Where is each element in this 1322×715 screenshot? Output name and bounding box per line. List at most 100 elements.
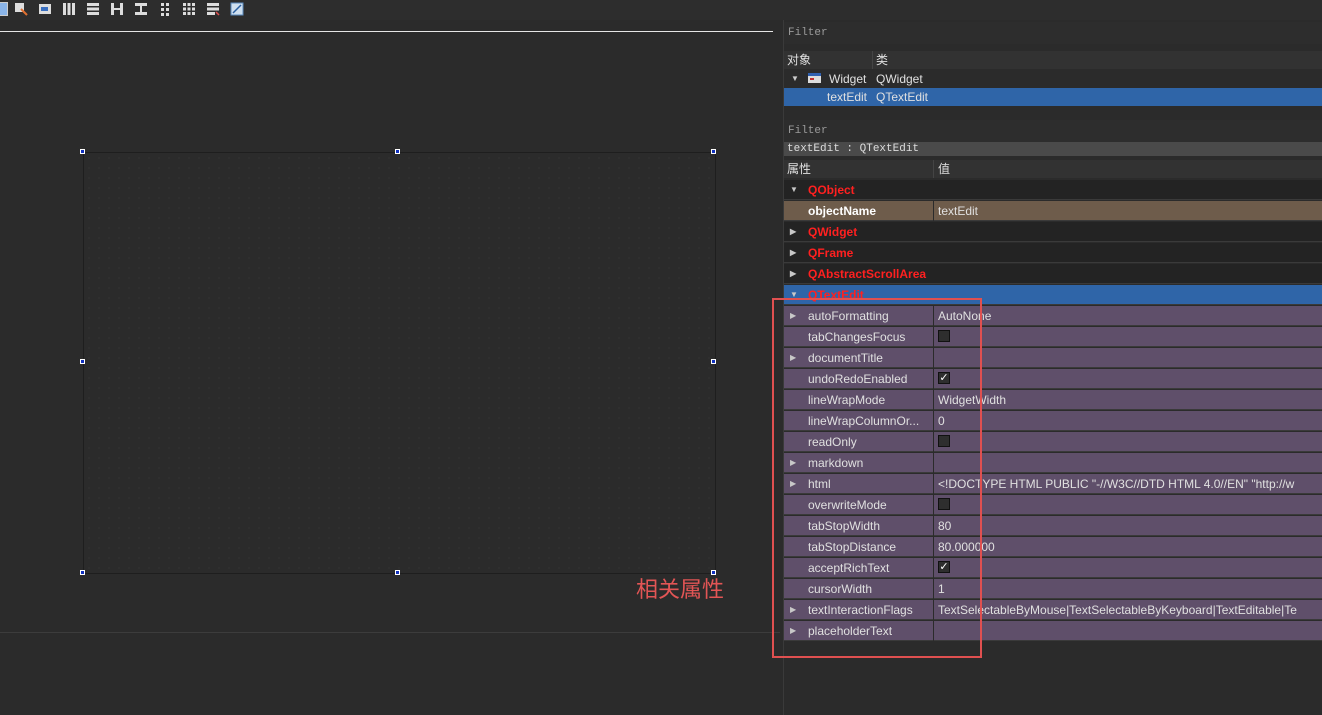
property-name: lineWrapColumnOr... (808, 414, 920, 428)
property-row[interactable]: overwriteMode (784, 495, 1322, 515)
layout-h-splitter-icon[interactable] (110, 2, 124, 16)
property-checkbox[interactable] (938, 498, 950, 510)
category-qframe[interactable]: ▶ QFrame (784, 243, 1322, 263)
property-name: cursorWidth (808, 582, 873, 596)
property-row[interactable]: tabStopDistance 80.000000 (784, 537, 1322, 557)
category-qobject[interactable]: ▼ QObject (784, 180, 1322, 200)
property-value[interactable]: TextSelectableByMouse|TextSelectableByKe… (938, 600, 1321, 620)
category-qwidget[interactable]: ▶ QWidget (784, 222, 1322, 242)
resize-handle-tr[interactable] (711, 149, 716, 154)
category-label: QFrame (808, 246, 854, 260)
expand-arrow-icon[interactable]: ▶ (790, 348, 796, 368)
property-name: textInteractionFlags (808, 603, 913, 617)
layout-v-splitter-icon[interactable] (134, 2, 148, 16)
collapse-arrow-icon[interactable]: ▼ (790, 180, 798, 200)
property-editor-object-label: textEdit : QTextEdit (784, 142, 1322, 156)
collapse-arrow-icon[interactable]: ▼ (790, 285, 798, 305)
expand-arrow-icon[interactable]: ▶ (790, 474, 796, 494)
property-row[interactable]: lineWrapMode WidgetWidth (784, 390, 1322, 410)
property-name: autoFormatting (808, 309, 889, 323)
property-value[interactable]: <!DOCTYPE HTML PUBLIC "-//W3C//DTD HTML … (938, 474, 1321, 494)
property-filter-input[interactable]: Filter (784, 120, 1322, 142)
property-row[interactable]: ▶ autoFormatting AutoNone (784, 306, 1322, 326)
property-value[interactable]: 1 (938, 579, 1321, 599)
expand-arrow-icon[interactable]: ▶ (790, 243, 796, 263)
expand-arrow-icon[interactable]: ▶ (790, 264, 796, 284)
property-name: undoRedoEnabled (808, 372, 908, 386)
resize-handle-b[interactable] (395, 570, 400, 575)
property-value[interactable]: 80.000000 (938, 537, 1321, 557)
layout-vertical-icon[interactable] (86, 2, 100, 16)
edit-signals-icon[interactable] (14, 2, 28, 16)
property-row[interactable]: ▶ placeholderText (784, 621, 1322, 641)
expand-arrow-icon[interactable]: ▼ (791, 70, 799, 88)
expand-arrow-icon[interactable]: ▶ (790, 306, 796, 326)
property-name: documentTitle (808, 351, 883, 365)
edit-widgets-icon[interactable] (0, 2, 8, 16)
property-row-objectname[interactable]: objectName textEdit (784, 201, 1322, 221)
resize-handle-l[interactable] (80, 359, 85, 364)
form-editor-canvas[interactable] (0, 20, 780, 715)
property-name: tabStopWidth (808, 519, 881, 533)
layout-form-icon[interactable] (158, 2, 172, 16)
expand-arrow-icon[interactable]: ▶ (790, 453, 796, 473)
property-value[interactable]: textEdit (938, 201, 1321, 221)
object-class: QTextEdit (876, 90, 929, 104)
property-row[interactable]: readOnly (784, 432, 1322, 452)
column-object[interactable]: 对象 (787, 51, 811, 69)
adjust-size-icon[interactable] (230, 2, 244, 16)
property-name: tabChangesFocus (808, 330, 906, 344)
layout-grid-icon[interactable] (182, 2, 196, 16)
column-value[interactable]: 值 (938, 160, 950, 178)
object-inspector-header: 对象 类 (784, 51, 1322, 69)
column-class[interactable]: 类 (876, 51, 888, 69)
layout-horizontal-icon[interactable] (62, 2, 76, 16)
property-checkbox[interactable]: ✓ (938, 372, 950, 384)
property-editor-header: 属性 值 (784, 160, 1322, 178)
property-row[interactable]: undoRedoEnabled ✓ (784, 369, 1322, 389)
property-name: overwriteMode (808, 498, 887, 512)
annotation-label: 相关属性 (636, 578, 725, 603)
property-name: acceptRichText (808, 561, 890, 575)
designer-toolbar (0, 0, 1322, 20)
object-row-textedit[interactable]: textEdit QTextEdit (784, 88, 1322, 106)
property-name: tabStopDistance (808, 540, 897, 554)
text-edit-widget[interactable] (83, 152, 716, 574)
property-row[interactable]: tabChangesFocus (784, 327, 1322, 347)
property-value[interactable]: 80 (938, 516, 1321, 536)
expand-arrow-icon[interactable]: ▶ (790, 222, 796, 242)
property-checkbox[interactable] (938, 330, 950, 342)
category-label: QTextEdit (808, 288, 864, 302)
property-checkbox[interactable]: ✓ (938, 561, 950, 573)
category-qabstractscrollarea[interactable]: ▶ QAbstractScrollArea (784, 264, 1322, 284)
form-top-edge (0, 31, 773, 32)
property-value[interactable]: 0 (938, 411, 1321, 431)
expand-arrow-icon[interactable]: ▶ (790, 600, 796, 620)
column-property[interactable]: 属性 (787, 160, 811, 178)
category-label: QWidget (808, 225, 858, 239)
object-filter-input[interactable]: Filter (784, 22, 1322, 44)
right-dock: Filter 对象 类 ▼ Widget QWidget textEdit QT… (783, 20, 1322, 715)
property-row[interactable]: ▶ documentTitle (784, 348, 1322, 368)
property-row[interactable]: acceptRichText ✓ (784, 558, 1322, 578)
property-row[interactable]: ▶ textInteractionFlags TextSelectableByMou… (784, 600, 1322, 620)
edit-buddies-icon[interactable] (38, 2, 52, 16)
resize-handle-tl[interactable] (80, 149, 85, 154)
resize-handle-t[interactable] (395, 149, 400, 154)
category-qtextedit[interactable]: ▼ QTextEdit (784, 285, 1322, 305)
resize-handle-bl[interactable] (80, 570, 85, 575)
break-layout-icon[interactable] (206, 2, 220, 16)
expand-arrow-icon[interactable]: ▶ (790, 621, 796, 641)
object-name: Widget (829, 72, 867, 86)
object-row-widget[interactable]: ▼ Widget QWidget (784, 70, 1322, 88)
property-name: html (808, 477, 831, 491)
property-row[interactable]: tabStopWidth 80 (784, 516, 1322, 536)
property-value[interactable]: WidgetWidth (938, 390, 1321, 410)
property-row[interactable]: cursorWidth 1 (784, 579, 1322, 599)
property-row[interactable]: ▶ markdown (784, 453, 1322, 473)
property-row[interactable]: lineWrapColumnOr... 0 (784, 411, 1322, 431)
resize-handle-r[interactable] (711, 359, 716, 364)
property-checkbox[interactable] (938, 435, 950, 447)
property-row[interactable]: ▶ html <!DOCTYPE HTML PUBLIC "-//W3C//DTD … (784, 474, 1322, 494)
property-value[interactable]: AutoNone (938, 306, 1321, 326)
